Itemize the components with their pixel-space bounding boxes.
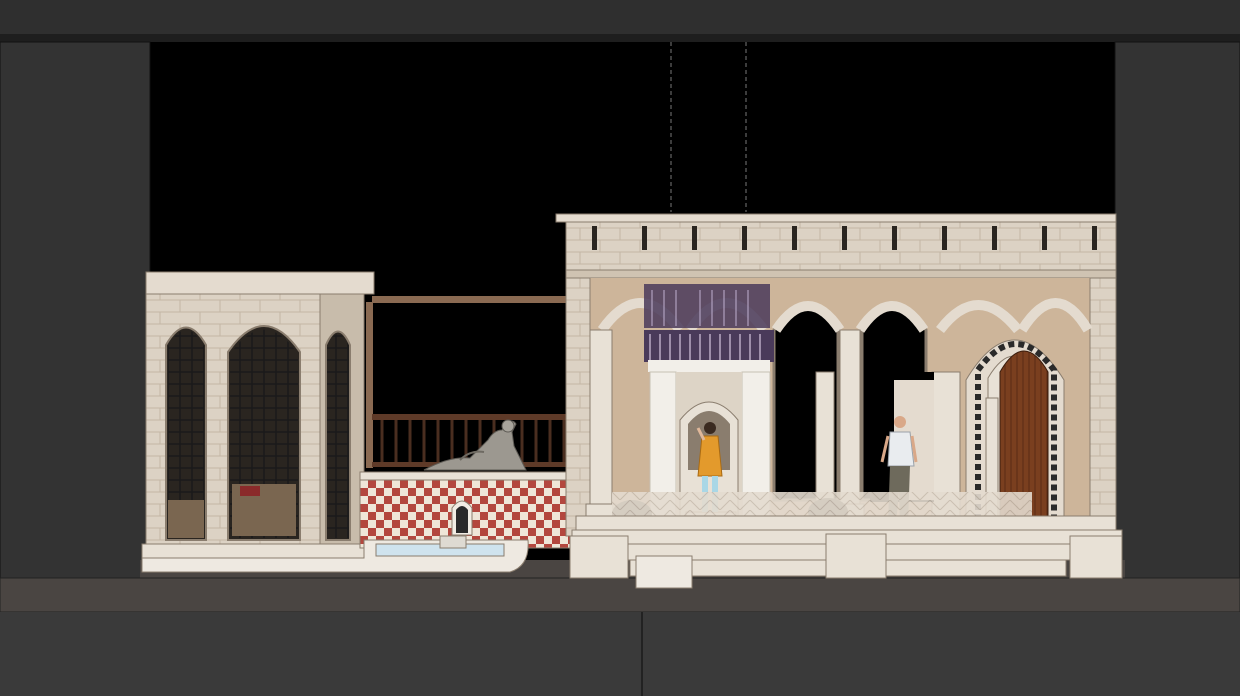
left-wing <box>0 41 151 579</box>
header-beam <box>0 34 1240 42</box>
stage-block <box>635 555 693 589</box>
stage-apron <box>0 577 1240 613</box>
arched-window-grille-2 <box>227 325 301 541</box>
canopy-alcove <box>644 284 774 527</box>
wall-cap <box>359 471 593 481</box>
pergola-post <box>366 302 373 468</box>
left-pavilion <box>141 271 375 559</box>
top-border <box>0 0 1240 34</box>
stage-set-rendering <box>0 0 1240 696</box>
right-pier <box>1089 277 1117 537</box>
arched-window-grille-3 <box>325 330 351 541</box>
fountain-spout-icon <box>451 500 473 536</box>
checkered-tile-wall <box>359 479 593 549</box>
pergola-beam <box>372 296 588 303</box>
crenellated-cornice <box>555 213 1117 279</box>
right-wing <box>1114 41 1240 579</box>
stage-set-scene <box>0 0 1240 696</box>
left-pier <box>565 277 591 537</box>
orchestra-pit <box>0 612 1240 696</box>
arched-window-grille-1 <box>165 326 207 541</box>
